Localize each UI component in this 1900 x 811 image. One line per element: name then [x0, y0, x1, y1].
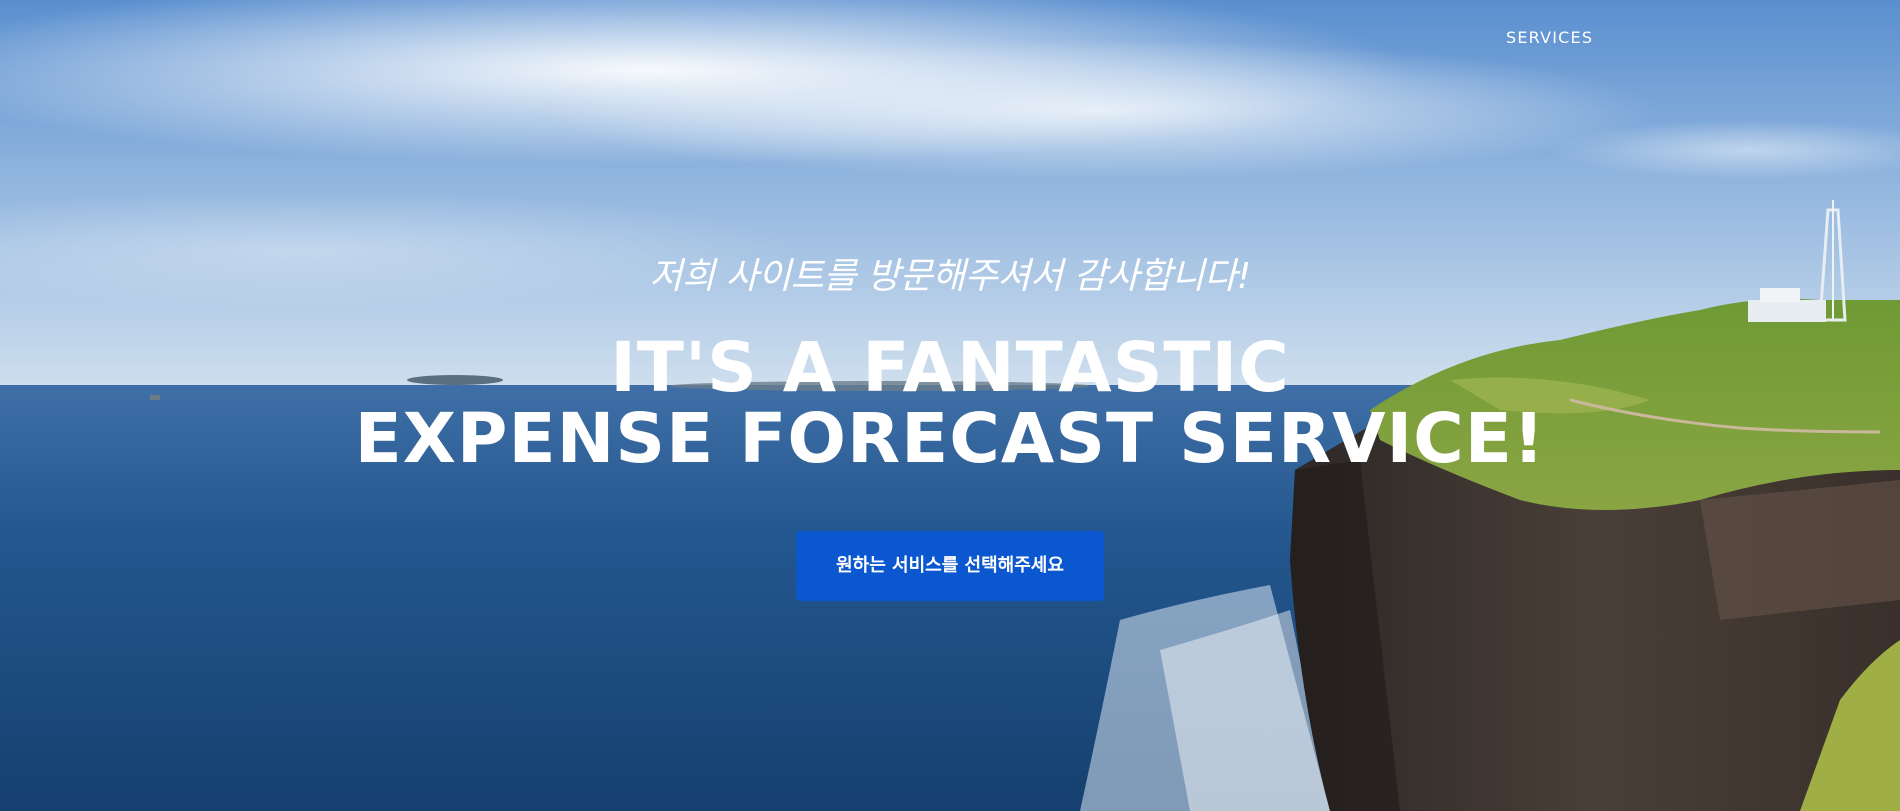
hero-subheading: 저희 사이트를 방문해주셔서 감사합니다!: [649, 256, 1251, 297]
hero-section: SERVICES 저희 사이트를 방문해주셔서 감사합니다! IT'S A FA…: [0, 0, 1900, 811]
hero-heading-line1: IT'S A FANTASTIC: [610, 328, 1290, 408]
top-navigation: SERVICES: [0, 0, 1900, 80]
hero-content: 저희 사이트를 방문해주셔서 감사합니다! IT'S A FANTASTIC E…: [0, 255, 1900, 601]
nav-link-services[interactable]: SERVICES: [1506, 28, 1593, 47]
select-service-button[interactable]: 원하는 서비스를 선택해주세요: [796, 531, 1104, 601]
hero-heading: IT'S A FANTASTIC EXPENSE FORECAST SERVIC…: [300, 333, 1600, 475]
hero-heading-line2: EXPENSE FORECAST SERVICE!: [354, 399, 1546, 479]
